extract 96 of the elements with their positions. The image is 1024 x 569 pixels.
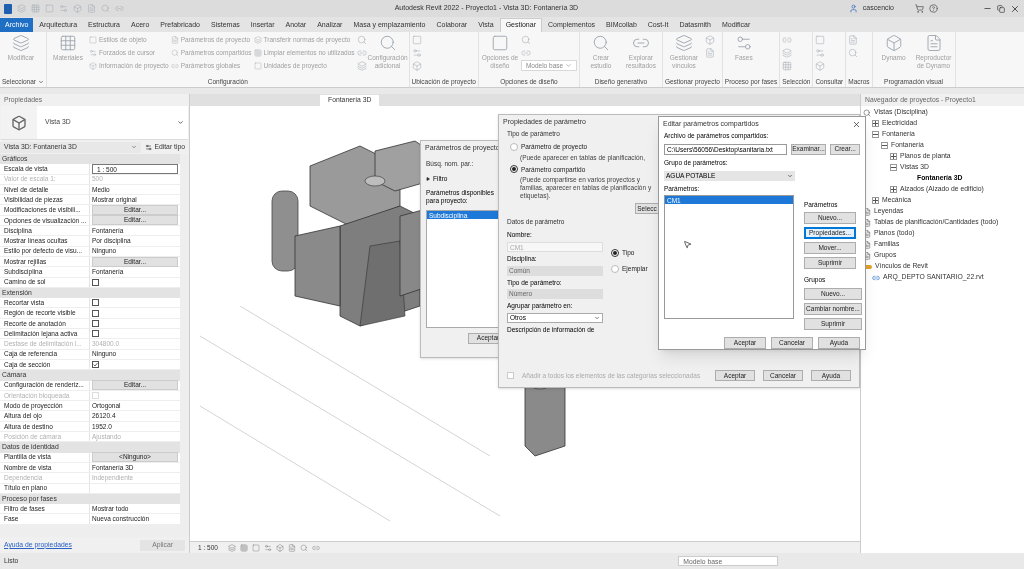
caret-icon[interactable] xyxy=(177,119,184,126)
radio-button[interactable] xyxy=(611,264,619,273)
sliders-icon xyxy=(263,543,272,552)
chain-icon xyxy=(520,48,531,58)
link-icon xyxy=(863,264,872,269)
expand-icon[interactable] xyxy=(426,176,430,181)
caret-icon xyxy=(564,62,572,69)
square-icon xyxy=(45,4,54,13)
collapse-icon[interactable] xyxy=(872,131,879,138)
document-icon xyxy=(170,36,179,44)
cube-icon xyxy=(73,4,82,13)
document-icon xyxy=(287,543,296,552)
square-icon xyxy=(815,35,826,45)
caret-icon xyxy=(787,172,793,179)
layers-icon xyxy=(253,36,262,44)
sliders-icon xyxy=(734,34,753,52)
checkbox[interactable] xyxy=(92,330,99,338)
grid-icon xyxy=(253,49,262,57)
cube-icon xyxy=(11,114,27,131)
checkbox[interactable] xyxy=(92,309,99,317)
document-icon xyxy=(863,251,871,260)
chain-icon xyxy=(170,62,179,70)
radio-button[interactable] xyxy=(510,142,518,151)
magnifier-icon xyxy=(520,35,531,45)
layers-icon xyxy=(356,61,367,71)
sliders-icon xyxy=(411,48,422,58)
ribbon-icon-button[interactable] xyxy=(782,60,793,72)
grid-icon xyxy=(782,61,793,71)
expand-icon[interactable] xyxy=(872,120,879,127)
layers-icon xyxy=(674,34,693,52)
caret-icon xyxy=(594,315,600,321)
magnifier-icon xyxy=(299,543,308,552)
sliders-icon xyxy=(145,143,153,151)
layers-icon xyxy=(12,34,30,52)
document-icon xyxy=(87,4,96,13)
chain-icon xyxy=(782,35,793,45)
layers-icon xyxy=(227,543,236,552)
collapse-icon[interactable] xyxy=(881,142,888,149)
sliders-icon xyxy=(59,4,68,13)
square-icon xyxy=(88,36,97,44)
cube-icon xyxy=(88,62,97,70)
mouse-cursor-icon xyxy=(683,240,692,250)
user-icon xyxy=(848,4,858,13)
sliders-icon xyxy=(88,49,97,57)
chain-icon xyxy=(872,273,880,282)
document-icon xyxy=(924,34,943,52)
layers-icon xyxy=(17,4,26,13)
checkbox[interactable] xyxy=(92,319,99,327)
cube-icon xyxy=(704,35,715,45)
grid-icon xyxy=(58,34,77,52)
magnifier-icon xyxy=(356,35,367,45)
document-icon xyxy=(863,240,871,249)
expand-icon[interactable] xyxy=(890,186,897,193)
document-icon xyxy=(704,48,715,58)
radio-button[interactable] xyxy=(611,248,619,257)
document-icon xyxy=(863,229,871,238)
magnifier-icon xyxy=(848,48,859,58)
help-icon[interactable] xyxy=(929,4,938,13)
checkbox[interactable] xyxy=(92,278,99,286)
square-icon xyxy=(251,543,260,552)
close-icon[interactable] xyxy=(852,119,861,129)
square-icon xyxy=(411,35,422,45)
magnifier-icon xyxy=(101,4,110,13)
chain-icon xyxy=(115,4,124,13)
sliders-icon xyxy=(815,48,826,58)
collapse-icon[interactable] xyxy=(890,164,897,171)
square-icon xyxy=(253,62,262,70)
cube-icon xyxy=(815,61,826,71)
cube-icon xyxy=(884,34,903,52)
document-icon xyxy=(863,207,871,216)
checkbox[interactable] xyxy=(92,361,99,369)
cube-icon xyxy=(411,61,422,71)
close-icon[interactable] xyxy=(1010,3,1020,14)
document-icon xyxy=(848,35,859,45)
caret-icon xyxy=(131,144,138,150)
magnifier-icon xyxy=(170,49,179,57)
grid-icon xyxy=(31,4,40,13)
cube-icon xyxy=(275,543,284,552)
expand-icon[interactable] xyxy=(890,153,897,160)
caret-icon[interactable] xyxy=(37,78,44,85)
grid-icon xyxy=(239,543,248,552)
cart-icon[interactable] xyxy=(915,4,924,13)
document-icon xyxy=(863,218,871,227)
chain-icon xyxy=(311,543,320,552)
check-icon xyxy=(93,362,98,368)
square-icon xyxy=(490,34,509,52)
magnifier-icon xyxy=(378,34,397,52)
chain-icon xyxy=(356,48,367,58)
checkbox[interactable] xyxy=(92,299,99,307)
radio-button[interactable] xyxy=(510,165,518,174)
layers-icon xyxy=(782,48,793,58)
restore-icon[interactable] xyxy=(997,4,1005,13)
magnifier-icon xyxy=(591,34,610,52)
app-logo[interactable] xyxy=(4,3,12,14)
magnifier-icon xyxy=(863,108,871,117)
expand-icon[interactable] xyxy=(872,197,879,204)
